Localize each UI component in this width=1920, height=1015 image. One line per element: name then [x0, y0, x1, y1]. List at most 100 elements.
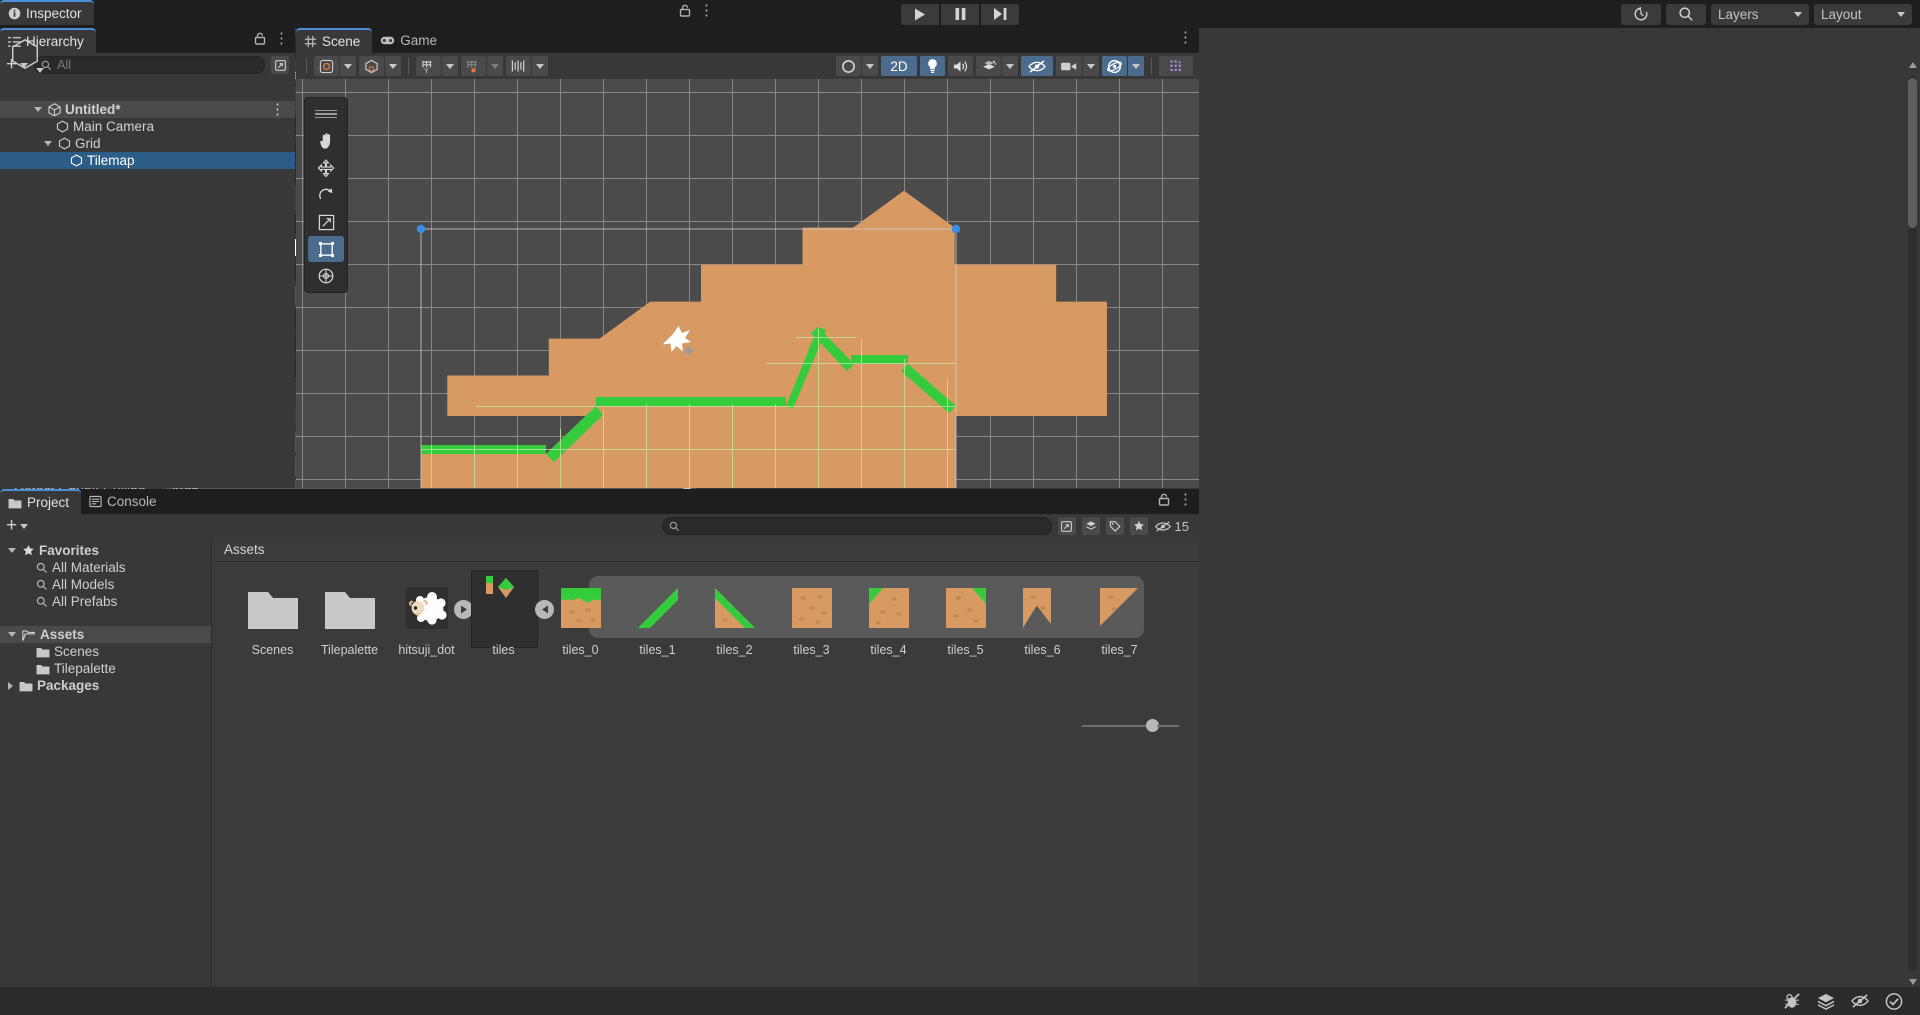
shading-mode-dropdown[interactable] [340, 56, 356, 76]
gizmos-dropdown[interactable] [1128, 56, 1144, 76]
scale-tool[interactable] [308, 209, 344, 235]
asset-item-tiles-2[interactable]: tiles_2 [696, 580, 773, 657]
tab-project[interactable]: Project [0, 489, 81, 514]
hand-tool[interactable] [308, 128, 344, 154]
tab-console[interactable]: Console [81, 489, 169, 514]
move-tool[interactable] [308, 155, 344, 181]
chevron-down-icon[interactable] [8, 548, 16, 553]
hierarchy-row-grid[interactable]: Grid [0, 135, 295, 152]
asset-item-tilepalette[interactable]: Tilepalette [311, 580, 388, 657]
chevron-down-icon[interactable] [34, 107, 42, 112]
inspector-menu-icon[interactable]: ⋮ [699, 5, 714, 17]
bug-off-icon[interactable] [1782, 992, 1802, 1010]
tree-row-all-prefabs[interactable]: All Prefabs [0, 593, 211, 610]
asset-zoom-slider[interactable] [1082, 719, 1179, 732]
search-button[interactable] [1666, 4, 1706, 25]
chevron-down-icon[interactable] [8, 632, 16, 637]
snap-increment-button[interactable] [506, 56, 531, 76]
toggle-2d-button[interactable]: 2D [881, 56, 917, 76]
scroll-up-arrow[interactable] [1909, 62, 1917, 68]
hidden-objects-count[interactable]: 15 [1154, 519, 1193, 534]
asset-item-tiles-0[interactable]: tiles_0 [542, 580, 619, 657]
filter-favorite-button[interactable] [1130, 517, 1148, 535]
scene-viewport[interactable] [296, 79, 1199, 488]
filter-type-button[interactable] [1082, 517, 1100, 535]
project-menu-icon[interactable]: ⋮ [1178, 494, 1193, 506]
play-button[interactable] [901, 4, 939, 25]
scene-camera-dropdown[interactable] [1083, 56, 1099, 76]
draw-mode-button[interactable] [359, 56, 384, 76]
scene-canvas[interactable] [296, 79, 1199, 488]
grid-snap-dropdown[interactable] [487, 56, 503, 76]
rotate-tool[interactable] [308, 182, 344, 208]
asset-item-tiles-5[interactable]: tiles_5 [927, 580, 1004, 657]
asset-item-tiles-1[interactable]: tiles_1 [619, 580, 696, 657]
effects-dropdown[interactable] [1002, 56, 1018, 76]
scene-lighting-dropdown[interactable] [862, 56, 878, 76]
gizmo-y-button[interactable]: Y [416, 56, 441, 76]
draw-mode-dropdown[interactable] [385, 56, 401, 76]
lock-icon[interactable] [1158, 493, 1170, 506]
tab-game[interactable]: Game [372, 28, 449, 53]
hierarchy-row-scene[interactable]: Untitled* ⋮ [0, 101, 295, 118]
tab-inspector[interactable]: Inspector [0, 0, 94, 25]
lock-icon[interactable] [679, 4, 691, 17]
toggle-lighting-button[interactable] [920, 56, 945, 76]
scene-lighting-sphere-button[interactable] [836, 56, 861, 76]
filter-label-button[interactable] [1106, 517, 1124, 535]
scene-visibility-button[interactable] [1021, 56, 1053, 76]
asset-item-tiles-6[interactable]: tiles_6 [1004, 580, 1081, 657]
chevron-down-icon[interactable] [44, 141, 52, 146]
grid-snap-button[interactable] [461, 56, 486, 76]
chevron-down-icon[interactable] [36, 68, 44, 73]
create-asset-button[interactable]: + [6, 519, 28, 533]
shading-mode-button[interactable] [314, 56, 339, 76]
layers-icon[interactable] [1816, 992, 1836, 1010]
asset-item-scenes[interactable]: Scenes [234, 580, 311, 657]
hierarchy-expand-button[interactable] [271, 56, 289, 74]
asset-item-tiles-7[interactable]: tiles_7 [1081, 580, 1158, 657]
asset-item-tiles-3[interactable]: tiles_3 [773, 580, 850, 657]
gizmos-button[interactable] [1102, 56, 1127, 76]
tree-row-tilepalette[interactable]: Tilepalette [0, 660, 211, 677]
project-search-input[interactable] [662, 517, 1052, 535]
eye-off-icon[interactable] [1850, 992, 1870, 1010]
tree-row-scenes[interactable]: Scenes [0, 643, 211, 660]
asset-collapse-icon[interactable] [535, 600, 554, 619]
lock-icon[interactable] [254, 32, 266, 45]
rect-tool[interactable] [308, 236, 344, 262]
asset-item-tiles-4[interactable]: tiles_4 [850, 580, 927, 657]
tree-row-favorites[interactable]: Favorites [0, 542, 211, 559]
hierarchy-row-tilemap[interactable]: Tilemap [0, 152, 295, 169]
tab-scene[interactable]: Scene [296, 28, 372, 53]
layout-dropdown[interactable]: Layout [1814, 4, 1912, 25]
check-circle-icon[interactable] [1884, 992, 1904, 1011]
hierarchy-search-input[interactable]: All [34, 56, 265, 74]
hierarchy-row-main-camera[interactable]: Main Camera [0, 118, 295, 135]
scene-camera-button[interactable] [1056, 56, 1082, 76]
layers-dropdown[interactable]: Layers [1711, 4, 1809, 25]
transform-tool[interactable] [308, 263, 344, 289]
pause-button[interactable] [941, 4, 979, 25]
tile-palette-grid-button[interactable] [1159, 56, 1193, 76]
asset-item-tiles[interactable]: tiles [465, 580, 542, 657]
scroll-down-arrow[interactable] [1909, 979, 1917, 985]
step-button[interactable] [981, 4, 1019, 25]
tree-row-all-materials[interactable]: All Materials [0, 559, 211, 576]
snap-increment-dropdown[interactable] [532, 56, 548, 76]
inspector-scrollbar[interactable] [1907, 62, 1918, 985]
gizmo-drag-handle[interactable] [308, 101, 344, 127]
gizmo-y-dropdown[interactable] [442, 56, 458, 76]
effects-button[interactable] [976, 56, 1001, 76]
history-button[interactable] [1621, 4, 1661, 25]
chevron-right-icon[interactable] [8, 682, 13, 690]
tree-row-assets[interactable]: Assets [0, 626, 211, 643]
hierarchy-menu-icon[interactable]: ⋮ [274, 33, 289, 45]
asset-item-hitsuji-dot[interactable]: hitsuji_dot [388, 580, 465, 657]
tree-row-packages[interactable]: Packages [0, 677, 211, 694]
toggle-audio-button[interactable] [948, 56, 973, 76]
scene-menu-icon[interactable]: ⋮ [1178, 32, 1193, 44]
tree-row-all-models[interactable]: All Models [0, 576, 211, 593]
scene-menu-icon[interactable]: ⋮ [270, 104, 285, 116]
project-expand-button[interactable] [1058, 517, 1076, 535]
